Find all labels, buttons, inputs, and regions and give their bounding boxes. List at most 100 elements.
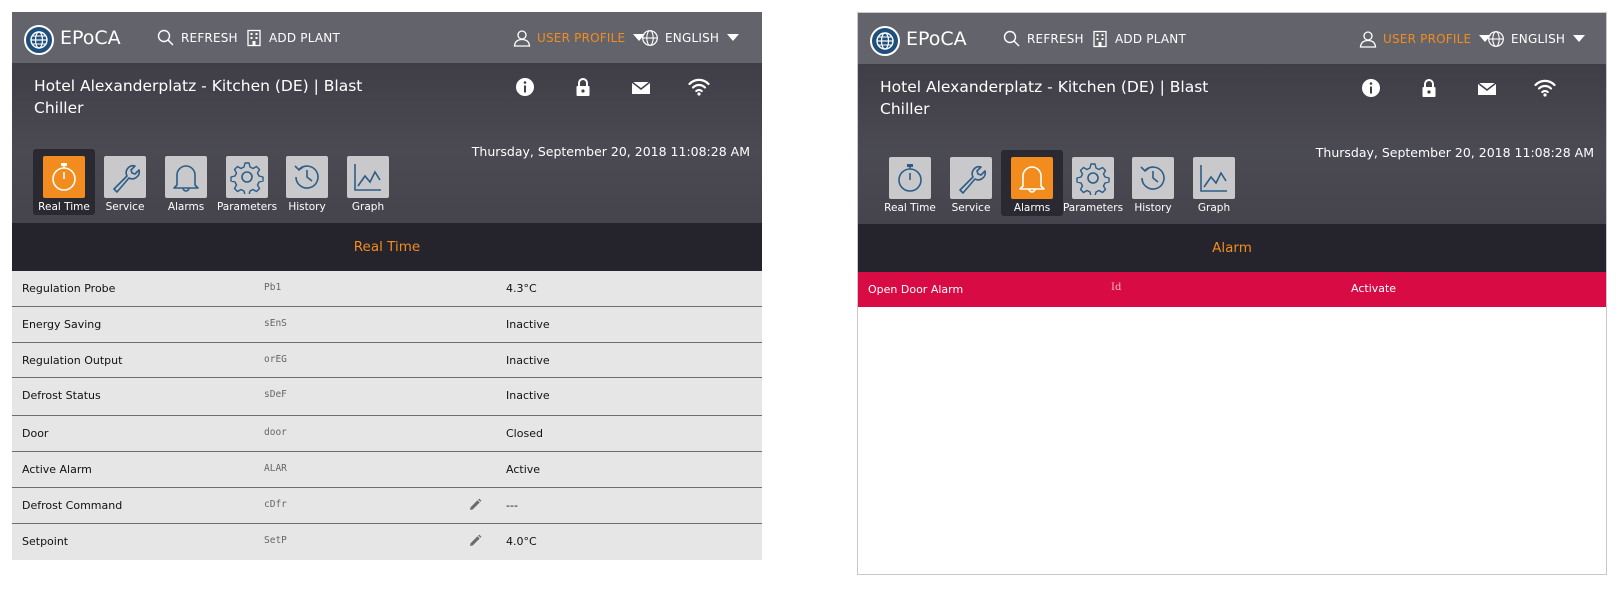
tab-parameters-label: Parameters — [1062, 202, 1124, 214]
lock-icon[interactable] — [571, 75, 595, 99]
table-row: Door door Closed — [12, 416, 762, 452]
page-title: Hotel Alexanderplatz - Kitchen (DE) | Bl… — [880, 78, 1209, 118]
variable-label: Defrost Command — [22, 499, 123, 512]
plant-header: Hotel Alexanderplatz - Kitchen (DE) | Bl… — [858, 64, 1606, 224]
variable-value: Active — [506, 463, 541, 476]
refresh-button[interactable]: REFRESH — [1003, 13, 1084, 64]
mail-icon[interactable] — [629, 75, 653, 99]
variable-label: Active Alarm — [22, 463, 92, 476]
variable-label: Regulation Probe — [22, 282, 116, 295]
wrench-icon — [113, 164, 141, 193]
language-menu[interactable]: ENGLISH — [1487, 13, 1586, 64]
tab-service[interactable]: Service — [940, 150, 1002, 216]
tab-alarms-label: Alarms — [1013, 202, 1051, 214]
variable-code: door — [264, 427, 287, 438]
variable-label: Door — [22, 427, 49, 440]
variable-label: Defrost Status — [22, 389, 101, 402]
chevron-down-icon — [1573, 35, 1586, 42]
variable-code: cDfr — [264, 499, 287, 510]
variable-value: Inactive — [506, 389, 550, 402]
info-icon[interactable] — [513, 75, 537, 99]
tab-alarms[interactable]: Alarms — [155, 149, 217, 215]
refresh-label: REFRESH — [181, 30, 238, 45]
info-icon[interactable] — [1359, 76, 1383, 100]
add-plant-button[interactable]: ADD PLANT — [1091, 13, 1186, 64]
alarm-id: Id — [1111, 282, 1122, 293]
variable-value: Inactive — [506, 318, 550, 331]
tab-alarms[interactable]: Alarms — [1001, 150, 1063, 216]
building-icon — [1093, 30, 1107, 47]
tab-real-time[interactable]: Real Time — [879, 150, 941, 216]
user-profile-label: USER PROFILE — [1383, 31, 1472, 46]
language-menu[interactable]: ENGLISH — [641, 12, 740, 63]
language-label: ENGLISH — [665, 30, 720, 45]
tab-history[interactable]: History — [1122, 150, 1184, 216]
tab-graph[interactable]: Graph — [1183, 150, 1245, 216]
variable-label: Energy Saving — [22, 318, 102, 331]
search-icon — [157, 29, 174, 46]
variable-code: ALAR — [264, 463, 287, 474]
add-plant-label: ADD PLANT — [269, 30, 341, 45]
pencil-edit-icon[interactable] — [468, 534, 482, 548]
alarm-panel: EPoCA REFRESH ADD PLANT USER PROFILE ENG… — [857, 12, 1607, 575]
table-row: Active Alarm ALAR Active — [12, 452, 762, 488]
mail-icon[interactable] — [1475, 76, 1499, 100]
table-row: Setpoint SetP 4.0°C — [12, 524, 762, 560]
variable-value: --- — [506, 499, 518, 512]
tab-graph[interactable]: Graph — [337, 149, 399, 215]
bell-icon — [173, 165, 199, 192]
gear-icon — [230, 162, 264, 194]
variable-value: Closed — [506, 427, 543, 440]
tab-real-time[interactable]: Real Time — [33, 149, 95, 215]
wrench-icon — [959, 165, 987, 194]
variable-code: sEnS — [264, 318, 287, 329]
page-title: Hotel Alexanderplatz - Kitchen (DE) | Bl… — [34, 77, 363, 117]
real-time-table: Regulation Probe Pb1 4.3°C Energy Saving… — [12, 271, 762, 560]
top-bar: EPoCA REFRESH ADD PLANT USER PROFILE ENG… — [12, 12, 762, 63]
stopwatch-icon — [52, 163, 76, 191]
tab-parameters[interactable]: Parameters — [1062, 150, 1124, 216]
epoca-logo-icon[interactable] — [24, 25, 54, 55]
alarm-row[interactable]: Open Door Alarm Id Activate — [858, 272, 1606, 307]
table-row: Energy Saving sEnS Inactive — [12, 307, 762, 343]
wifi-icon[interactable] — [687, 75, 711, 99]
pencil-edit-icon[interactable] — [468, 498, 482, 512]
table-row: Defrost Status sDeF Inactive — [12, 378, 762, 416]
stopwatch-icon — [898, 164, 922, 192]
tab-parameters[interactable]: Parameters — [216, 149, 278, 215]
variable-value: Inactive — [506, 354, 550, 367]
bell-icon — [1019, 166, 1045, 193]
graph-icon — [354, 164, 381, 191]
table-row: Defrost Command cDfr --- — [12, 488, 762, 524]
tab-graph-label: Graph — [351, 201, 385, 213]
gear-icon — [1076, 163, 1110, 195]
tab-real-time-label: Real Time — [884, 202, 936, 214]
epoca-logo-icon[interactable] — [870, 26, 900, 56]
tab-graph-label: Graph — [1197, 202, 1231, 214]
variable-label: Regulation Output — [22, 354, 123, 367]
table-row: Regulation Probe Pb1 4.3°C — [12, 271, 762, 307]
globe-icon — [642, 29, 658, 46]
user-profile-menu[interactable]: USER PROFILE — [513, 12, 646, 63]
variable-value: 4.0°C — [506, 535, 537, 548]
user-profile-menu[interactable]: USER PROFILE — [1359, 13, 1492, 64]
tab-service-label: Service — [105, 201, 145, 213]
variable-code: sDeF — [264, 389, 287, 400]
current-datetime: Thursday, September 20, 2018 11:08:28 AM — [471, 144, 750, 159]
tab-parameters-label: Parameters — [216, 201, 278, 213]
add-plant-button[interactable]: ADD PLANT — [245, 12, 340, 63]
chevron-down-icon — [727, 34, 740, 41]
refresh-button[interactable]: REFRESH — [157, 12, 238, 63]
tab-real-time-label: Real Time — [38, 201, 90, 213]
lock-icon[interactable] — [1417, 76, 1441, 100]
graph-icon — [1200, 165, 1227, 192]
brand-name: EPoCA — [60, 27, 121, 49]
tab-history[interactable]: History — [276, 149, 338, 215]
current-datetime: Thursday, September 20, 2018 11:08:28 AM — [1315, 145, 1594, 160]
variable-label: Setpoint — [22, 535, 69, 548]
wifi-icon[interactable] — [1533, 76, 1557, 100]
alarm-name: Open Door Alarm — [868, 283, 964, 296]
tab-service[interactable]: Service — [94, 149, 156, 215]
user-icon — [1359, 30, 1377, 48]
variable-code: Pb1 — [264, 282, 282, 293]
